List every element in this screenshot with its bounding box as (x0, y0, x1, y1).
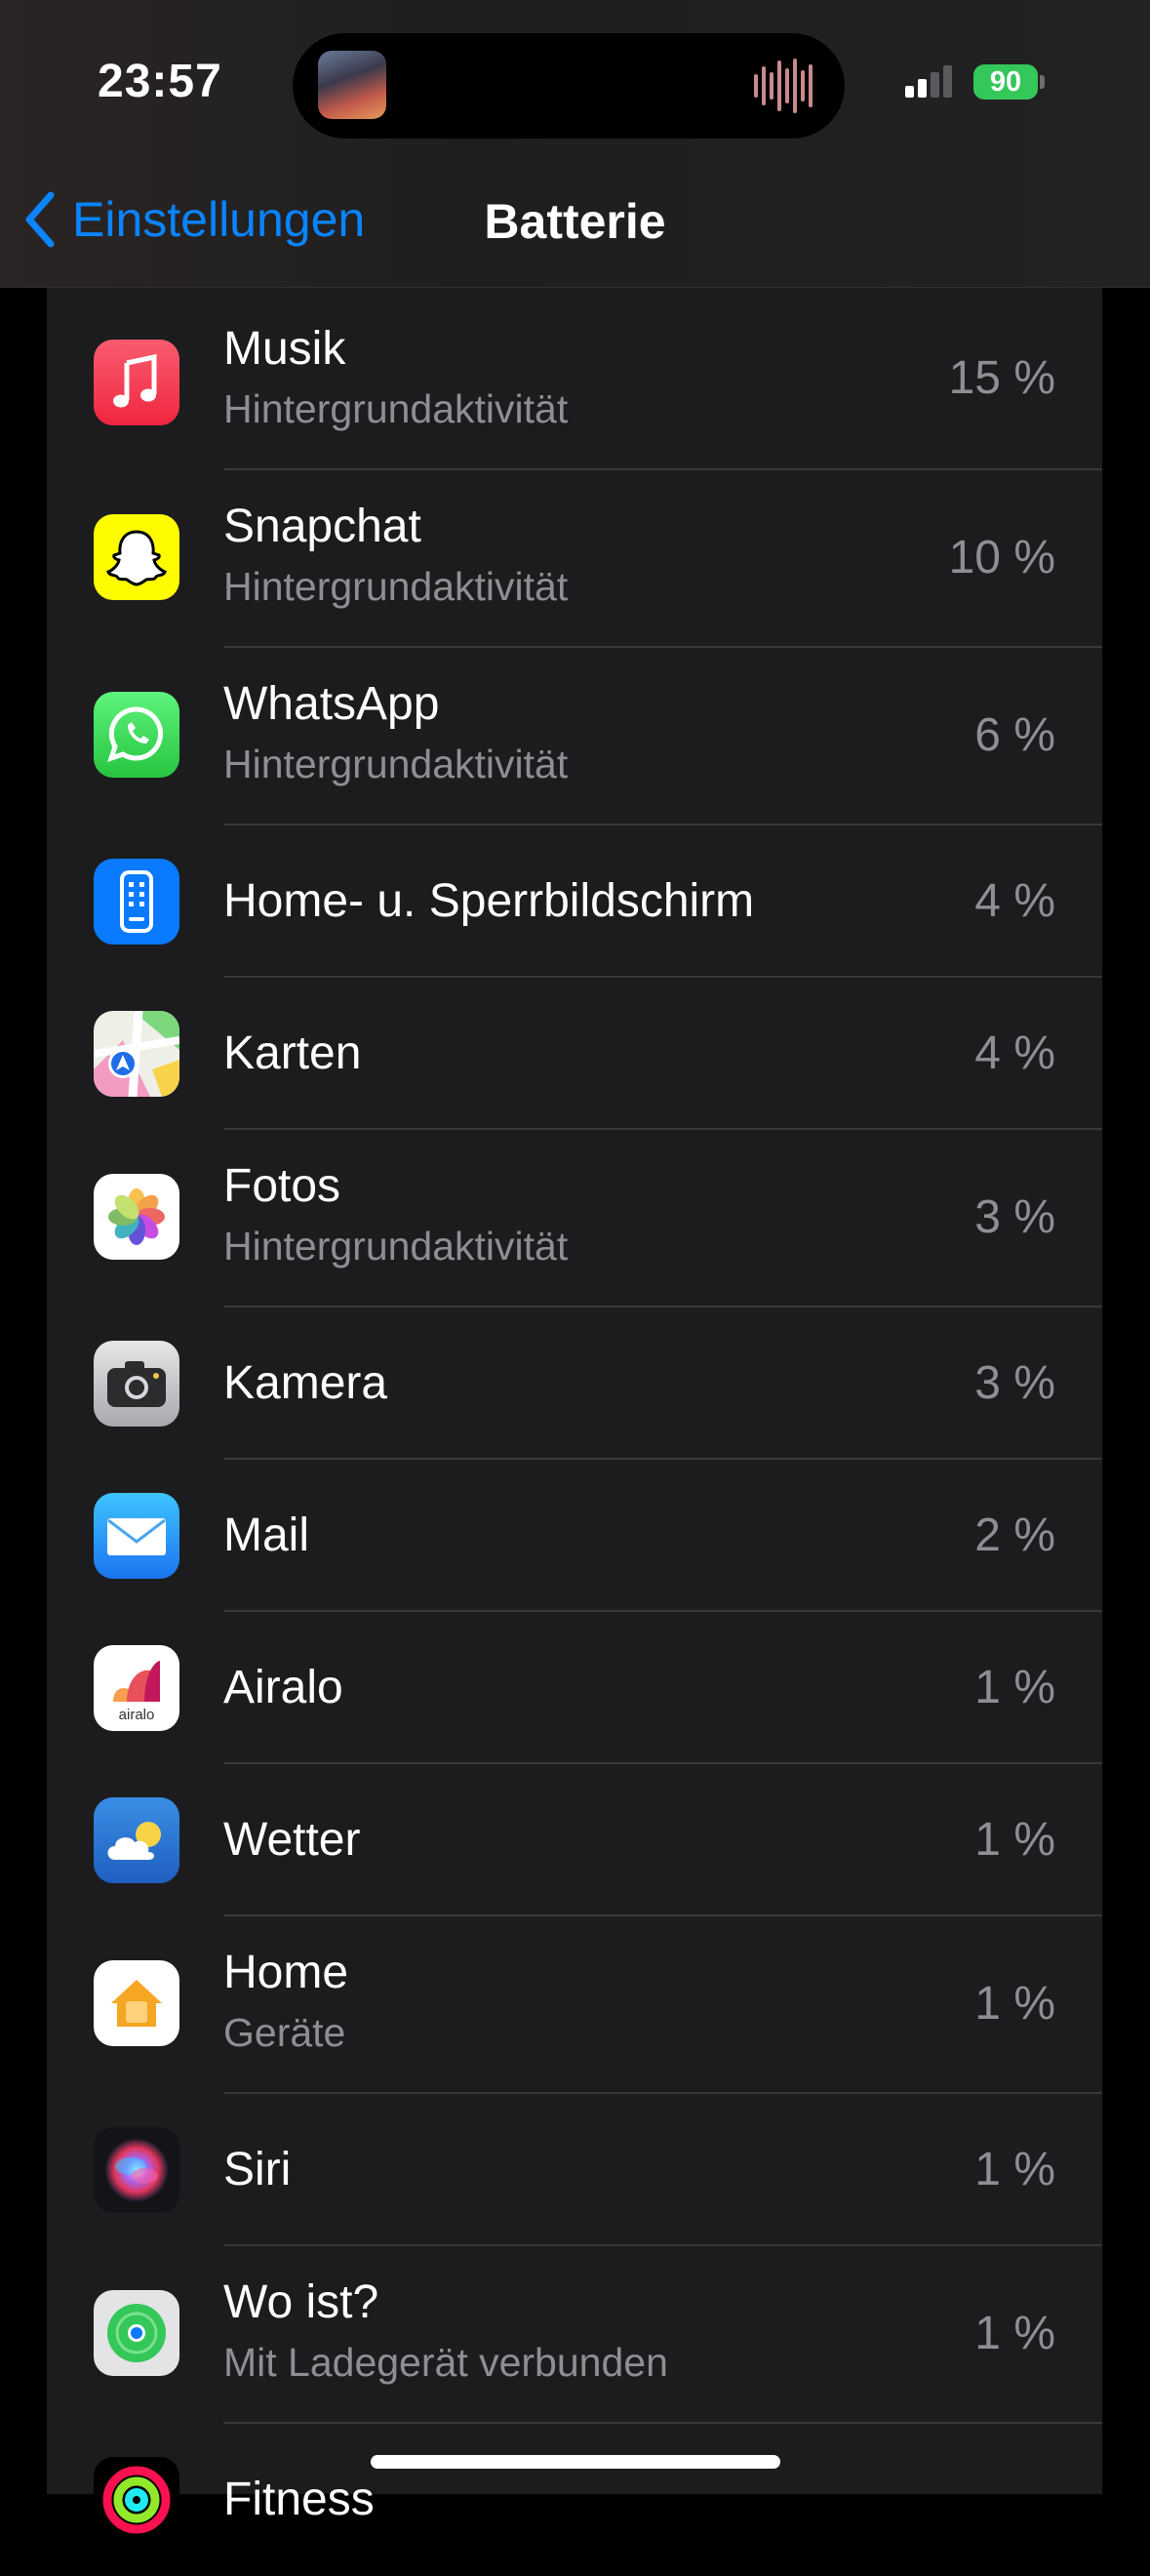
app-name: Fitness (223, 2474, 375, 2525)
siri-icon (94, 2127, 179, 2213)
app-battery-percent: 1 % (974, 1814, 1055, 1866)
app-name: Snapchat (223, 501, 421, 552)
app-battery-list: Musik Hintergrundaktivität 15 % Snapchat… (47, 287, 1102, 2543)
home-screen-icon (94, 859, 179, 945)
app-subtitle: Mit Ladegerät verbunden (223, 2340, 668, 2385)
mail-icon (94, 1493, 179, 1579)
list-item-karten[interactable]: Karten 4 % (47, 978, 1102, 1130)
battery-tip (1040, 75, 1045, 89)
list-item-wetter[interactable]: Wetter 1 % (47, 1764, 1102, 1916)
app-name: Wetter (223, 1814, 361, 1866)
app-name: Karten (223, 1027, 362, 1079)
airalo-wordmark: airalo (119, 1707, 155, 1723)
app-battery-percent: 6 % (974, 709, 1055, 761)
app-subtitle: Hintergrundaktivität (223, 1224, 569, 1268)
whatsapp-icon (94, 692, 179, 778)
app-battery-percent: 10 % (948, 532, 1055, 584)
list-item-fotos[interactable]: Fotos Hintergrundaktivität 3 % (47, 1130, 1102, 1308)
app-subtitle: Hintergrundaktivität (223, 742, 569, 786)
app-battery-percent: 1 % (974, 2308, 1055, 2359)
page-title: Batterie (484, 194, 666, 249)
app-name: Home- u. Sperrbildschirm (223, 875, 755, 927)
app-battery-percent: 1 % (974, 1978, 1055, 2030)
app-name: Kamera (223, 1357, 388, 1409)
snapchat-icon (94, 514, 179, 600)
app-name: WhatsApp (223, 678, 440, 730)
app-battery-percent: 4 % (974, 1027, 1055, 1079)
list-item-whatsapp[interactable]: WhatsApp Hintergrundaktivität 6 % (47, 648, 1102, 825)
list-item-home-screen[interactable]: Home- u. Sperrbildschirm 4 % (47, 825, 1102, 978)
dynamic-island[interactable] (293, 33, 845, 139)
fitness-icon (94, 2457, 179, 2543)
now-playing-artwork (318, 51, 386, 119)
list-item-home[interactable]: Home Geräte 1 % (47, 1916, 1102, 2094)
list-item-airalo[interactable]: airalo Airalo 1 % (47, 1612, 1102, 1764)
app-name: Musik (223, 323, 346, 375)
battery-level: 90 (989, 66, 1022, 98)
battery-icon: 90 (973, 64, 1038, 100)
list-item-snapchat[interactable]: Snapchat Hintergrundaktivität 10 % (47, 470, 1102, 648)
list-item-musik[interactable]: Musik Hintergrundaktivität 15 % (47, 287, 1102, 470)
app-battery-percent: 2 % (974, 1509, 1055, 1561)
find-my-icon (94, 2290, 179, 2376)
camera-icon (94, 1341, 179, 1427)
app-name: Airalo (223, 1662, 343, 1713)
app-name: Wo ist? (223, 2276, 379, 2328)
app-name: Fotos (223, 1160, 341, 1212)
app-name: Siri (223, 2144, 292, 2195)
app-subtitle: Hintergrundaktivität (223, 386, 569, 431)
maps-icon (94, 1011, 179, 1097)
list-item-fitness[interactable]: Fitness (47, 2424, 1102, 2576)
app-battery-percent: 3 % (974, 1357, 1055, 1409)
status-indicators: 90 (897, 60, 1053, 109)
top-bar: 23:57 90 Einstellungen Batterie (0, 0, 1150, 288)
app-subtitle: Hintergrundaktivität (223, 564, 569, 609)
cellular-signal-icon (905, 65, 952, 98)
app-name: Mail (223, 1509, 310, 1561)
audio-waveform-icon (754, 59, 813, 113)
weather-icon (94, 1797, 179, 1883)
app-battery-percent: 1 % (974, 2144, 1055, 2195)
home-app-icon (94, 1960, 179, 2046)
list-item-siri[interactable]: Siri 1 % (47, 2094, 1102, 2246)
app-name: Home (223, 1947, 349, 1998)
home-indicator[interactable] (371, 2455, 780, 2469)
list-item-mail[interactable]: Mail 2 % (47, 1460, 1102, 1612)
list-item-kamera[interactable]: Kamera 3 % (47, 1308, 1102, 1460)
app-battery-percent: 3 % (974, 1191, 1055, 1243)
status-time: 23:57 (98, 56, 222, 107)
photos-icon (94, 1174, 179, 1260)
app-subtitle: Geräte (223, 2010, 346, 2055)
app-battery-percent: 15 % (948, 352, 1055, 404)
app-battery-percent: 4 % (974, 875, 1055, 927)
airalo-icon: airalo (94, 1645, 179, 1731)
music-icon (94, 340, 179, 425)
app-battery-percent: 1 % (974, 1662, 1055, 1713)
list-item-wo-ist[interactable]: Wo ist? Mit Ladegerät verbunden 1 % (47, 2246, 1102, 2424)
